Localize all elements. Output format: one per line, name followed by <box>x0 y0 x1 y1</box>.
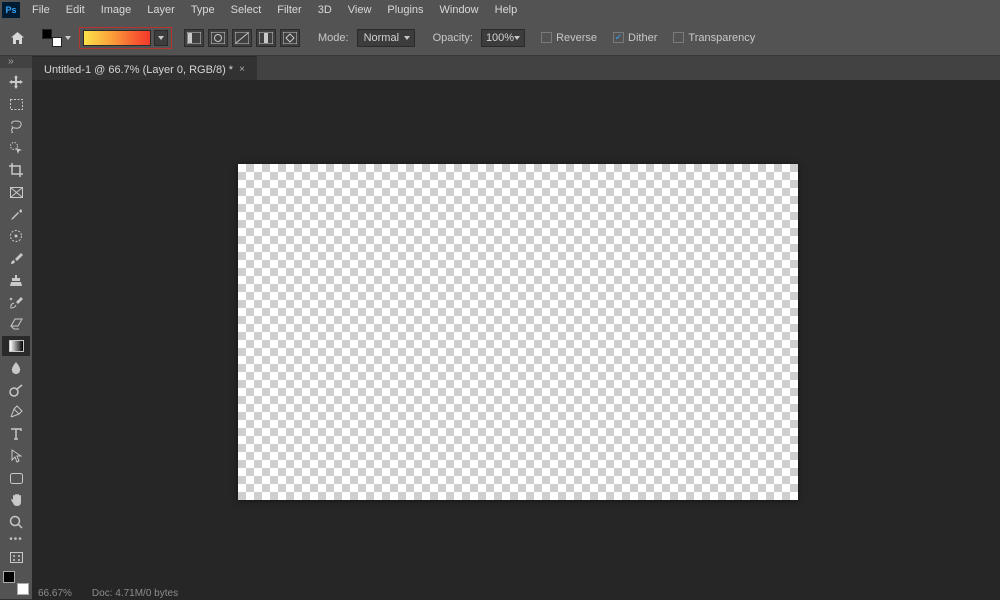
checkbox-icon <box>541 32 552 43</box>
frame-tool[interactable] <box>2 182 30 202</box>
spot-heal-tool[interactable] <box>2 226 30 246</box>
close-icon[interactable]: × <box>239 64 245 75</box>
gradient-radial-button[interactable] <box>208 29 228 47</box>
menu-help[interactable]: Help <box>487 0 526 20</box>
gradient-angle-button[interactable] <box>232 29 252 47</box>
opacity-field[interactable]: 100% <box>481 29 525 47</box>
background-color[interactable] <box>17 583 29 595</box>
home-icon[interactable] <box>6 27 28 49</box>
transparency-label: Transparency <box>688 32 755 44</box>
menu-bar: Ps File Edit Image Layer Type Select Fil… <box>0 0 1000 20</box>
gradient-linear-button[interactable] <box>184 29 204 47</box>
mode-dropdown[interactable]: Normal <box>357 29 415 47</box>
menu-file[interactable]: File <box>24 0 58 20</box>
dither-label: Dither <box>628 32 657 44</box>
path-select-tool[interactable] <box>2 446 30 466</box>
tab-strip-handle-icon[interactable]: ›› <box>8 56 13 67</box>
reverse-checkbox[interactable]: Reverse <box>541 32 597 44</box>
menu-select[interactable]: Select <box>223 0 270 20</box>
reverse-label: Reverse <box>556 32 597 44</box>
dodge-tool[interactable] <box>2 380 30 400</box>
gradient-diamond-button[interactable] <box>280 29 300 47</box>
hand-tool[interactable] <box>2 490 30 510</box>
zoom-tool[interactable] <box>2 512 30 532</box>
menu-3d[interactable]: 3D <box>310 0 340 20</box>
status-doc-info: Doc: 4.71M/0 bytes <box>92 588 178 599</box>
gradient-picker[interactable] <box>79 27 172 49</box>
menu-plugins[interactable]: Plugins <box>379 0 431 20</box>
type-tool[interactable] <box>2 424 30 444</box>
document-tab-title: Untitled-1 @ 66.7% (Layer 0, RGB/8) * <box>44 64 233 76</box>
gradient-reflected-button[interactable] <box>256 29 276 47</box>
crop-tool[interactable] <box>2 160 30 180</box>
status-bar: 66.67% Doc: 4.71M/0 bytes <box>32 586 1000 600</box>
menu-edit[interactable]: Edit <box>58 0 93 20</box>
foreground-color[interactable] <box>3 571 15 583</box>
gradient-swatch[interactable] <box>83 30 151 46</box>
menu-type[interactable]: Type <box>183 0 223 20</box>
edit-toolbar-icon[interactable] <box>2 547 30 567</box>
mini-swatch-icon <box>42 29 62 47</box>
fg-bg-swatch[interactable] <box>42 29 71 47</box>
quick-select-tool[interactable] <box>2 138 30 158</box>
tool-overflow-icon[interactable]: ••• <box>0 534 32 545</box>
checkbox-icon <box>673 32 684 43</box>
app-icon: Ps <box>2 2 20 18</box>
pen-tool[interactable] <box>2 402 30 422</box>
foreground-background-swatch[interactable] <box>3 571 29 595</box>
mode-label: Mode: <box>318 32 349 44</box>
document-tab[interactable]: Untitled-1 @ 66.7% (Layer 0, RGB/8) * × <box>32 56 257 82</box>
dither-checkbox[interactable]: Dither <box>613 32 657 44</box>
canvas[interactable] <box>238 164 798 500</box>
checkbox-icon <box>613 32 624 43</box>
menu-window[interactable]: Window <box>432 0 487 20</box>
clone-stamp-tool[interactable] <box>2 270 30 290</box>
blur-tool[interactable] <box>2 358 30 378</box>
gradient-tool[interactable] <box>2 336 30 356</box>
tool-panel: ••• <box>0 68 32 599</box>
menu-view[interactable]: View <box>340 0 380 20</box>
workspace <box>32 80 1000 586</box>
menu-layer[interactable]: Layer <box>139 0 183 20</box>
status-zoom[interactable]: 66.67% <box>38 588 72 599</box>
eraser-tool[interactable] <box>2 314 30 334</box>
opacity-value: 100% <box>486 32 514 44</box>
gradient-type-group <box>184 29 300 47</box>
move-tool[interactable] <box>2 72 30 92</box>
chevron-down-icon <box>514 36 520 40</box>
opacity-label: Opacity: <box>433 32 473 44</box>
eyedropper-tool[interactable] <box>2 204 30 224</box>
mode-value: Normal <box>364 32 399 44</box>
menu-filter[interactable]: Filter <box>269 0 309 20</box>
marquee-tool[interactable] <box>2 94 30 114</box>
chevron-down-icon <box>65 36 71 40</box>
brush-tool[interactable] <box>2 248 30 268</box>
lasso-tool[interactable] <box>2 116 30 136</box>
options-bar: Mode: Normal Opacity: 100% Reverse Dithe… <box>0 20 1000 56</box>
document-tab-strip: Untitled-1 @ 66.7% (Layer 0, RGB/8) * × <box>0 56 1000 82</box>
history-brush-tool[interactable] <box>2 292 30 312</box>
gradient-preset-dropdown[interactable] <box>154 30 168 46</box>
chevron-down-icon <box>404 36 410 40</box>
menu-image[interactable]: Image <box>93 0 140 20</box>
transparency-checkbox[interactable]: Transparency <box>673 32 755 44</box>
shape-tool[interactable] <box>2 468 30 488</box>
